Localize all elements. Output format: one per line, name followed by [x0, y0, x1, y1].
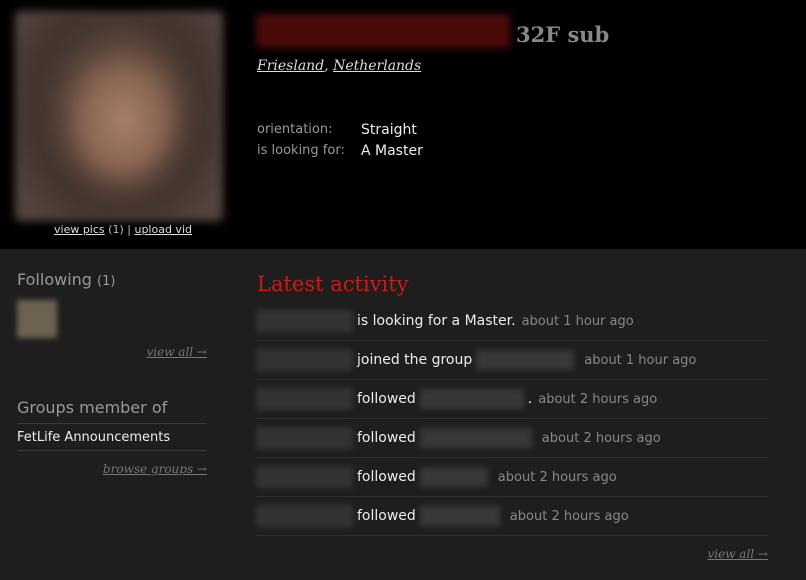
detail-key: is looking for: — [257, 143, 345, 158]
profile-details: orientation: Straight is looking for: A … — [257, 119, 423, 161]
detail-row: orientation: Straight — [257, 119, 423, 140]
groups-title: Groups member of — [17, 398, 207, 424]
activity-action: is looking for a Master. — [357, 313, 516, 329]
activity-suffix: . — [527, 391, 533, 407]
detail-value: A Master — [361, 142, 423, 159]
activity-item: followed . about 2 hours ago — [256, 380, 768, 419]
activity-action: joined the group — [357, 352, 473, 368]
activity-time: about 1 hour ago — [584, 352, 697, 368]
region-link[interactable]: Friesland — [257, 58, 324, 74]
activity-time: about 2 hours ago — [497, 469, 617, 485]
redacted-user[interactable] — [256, 505, 353, 527]
redacted-username — [256, 14, 510, 48]
redacted-user[interactable] — [256, 466, 353, 488]
detail-value: Straight — [361, 121, 417, 138]
activity-action: followed — [357, 508, 416, 524]
activity-item: followed about 2 hours ago — [256, 458, 768, 497]
pic-links: view pics (1) | upload vid — [54, 223, 192, 236]
divider: | — [127, 223, 131, 236]
redacted-target[interactable] — [419, 428, 532, 448]
redacted-user[interactable] — [256, 310, 353, 332]
avatar-overlay — [16, 12, 222, 220]
redacted-target[interactable] — [419, 467, 488, 487]
activity-time: about 2 hours ago — [509, 508, 629, 524]
activity-time: about 2 hours ago — [538, 391, 658, 407]
activity-item: followed about 2 hours ago — [256, 497, 768, 536]
pics-count: (1) — [108, 223, 124, 236]
latest-activity-title: Latest activity — [257, 272, 409, 296]
upload-vid-link[interactable]: upload vid — [134, 223, 192, 236]
group-item[interactable]: FetLife Announcements — [17, 430, 207, 451]
view-pics-link[interactable]: view pics — [54, 223, 105, 236]
following-count: (1) — [97, 274, 116, 289]
redacted-user[interactable] — [256, 388, 353, 410]
activity-item: is looking for a Master. about 1 hour ag… — [256, 302, 768, 341]
activity-item: joined the group about 1 hour ago — [256, 341, 768, 380]
following-title: Following (1) — [17, 270, 207, 289]
activity-list: is looking for a Master. about 1 hour ag… — [256, 302, 768, 536]
detail-row: is looking for: A Master — [257, 140, 423, 161]
following-label: Following — [17, 270, 92, 289]
activity-item: followed about 2 hours ago — [256, 419, 768, 458]
activity-time: about 1 hour ago — [521, 313, 634, 329]
activity-view-all-link[interactable]: view all → — [707, 547, 768, 561]
activity-action: followed — [357, 469, 416, 485]
activity-action: followed — [357, 430, 416, 446]
redacted-user[interactable] — [256, 349, 353, 371]
browse-groups-link[interactable]: browse groups → — [103, 462, 207, 476]
country-link[interactable]: Netherlands — [333, 58, 421, 74]
following-view-all-link[interactable]: view all → — [146, 345, 207, 359]
age-gender-role: 32F sub — [516, 22, 610, 47]
location-separator: , — [324, 58, 329, 74]
profile-header: view pics (1) | upload vid 32F sub Fries… — [0, 0, 806, 249]
detail-key: orientation: — [257, 122, 333, 137]
activity-time: about 2 hours ago — [541, 430, 661, 446]
location: Friesland, Netherlands — [257, 58, 421, 74]
following-avatar[interactable] — [17, 300, 57, 338]
redacted-user[interactable] — [256, 427, 353, 449]
redacted-target[interactable] — [419, 506, 500, 526]
redacted-group[interactable] — [476, 350, 575, 370]
sidebar: Following (1) view all → Groups member o… — [17, 270, 207, 476]
activity-action: followed — [357, 391, 416, 407]
redacted-target[interactable] — [419, 389, 524, 409]
